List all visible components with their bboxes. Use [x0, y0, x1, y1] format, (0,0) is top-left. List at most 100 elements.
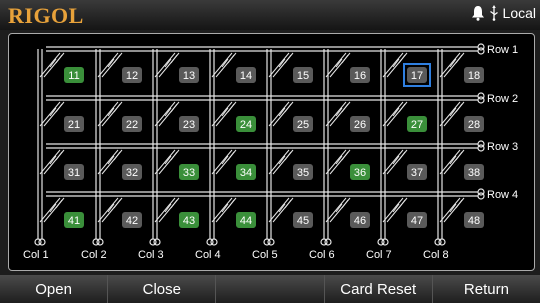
- crosspoint-label: 16: [354, 70, 366, 82]
- crosspoint-wire: [97, 149, 119, 175]
- crosspoint-wire: [211, 52, 233, 78]
- crosspoint-wire: [211, 149, 233, 175]
- crosspoint-label: 31: [68, 167, 80, 179]
- rigol-logo: RIGOL: [8, 3, 84, 28]
- crosspoint-label: 33: [183, 167, 195, 179]
- crosspoint-wire: [325, 52, 347, 78]
- crosspoint-label: 38: [468, 167, 480, 179]
- crosspoint-label: 28: [468, 119, 480, 131]
- crosspoint-wire: [439, 149, 461, 175]
- crosspoint-label: 34: [240, 167, 252, 179]
- col-terminal: [438, 238, 446, 246]
- crosspoint-label: 14: [240, 70, 252, 82]
- crosspoint-wire: [211, 197, 233, 223]
- crosspoint-wire: [325, 149, 347, 175]
- crosspoint-wire: [97, 197, 119, 223]
- crosspoint-label: 36: [354, 167, 366, 179]
- col-terminal: [38, 238, 46, 246]
- crosspoint-label: 11: [68, 70, 79, 82]
- crosspoint-wire: [97, 52, 119, 78]
- row-label: Row 2: [487, 93, 518, 105]
- crosspoint-label: 24: [240, 119, 252, 131]
- crosspoint-wire: [382, 101, 404, 127]
- crosspoint-label: 13: [183, 70, 195, 82]
- crosspoint-label: 22: [126, 119, 138, 131]
- row-terminal: [477, 47, 485, 55]
- col-terminal: [324, 238, 332, 246]
- close-softkey[interactable]: Close: [108, 275, 217, 303]
- usb-icon: [489, 5, 498, 21]
- softkey-bar: Open Close Card Reset Return: [0, 275, 540, 303]
- col-label: Col 4: [195, 249, 221, 261]
- crosspoint-wire: [154, 101, 176, 127]
- open-softkey[interactable]: Open: [0, 275, 109, 303]
- crosspoint-label: 41: [68, 215, 80, 227]
- crosspoint-wire: [268, 197, 290, 223]
- crosspoint-label: 18: [468, 70, 480, 82]
- bell-icon: [471, 6, 484, 21]
- crosspoint-label: 44: [240, 215, 252, 227]
- col-terminal: [381, 238, 389, 246]
- crosspoint-wire: [325, 101, 347, 127]
- col-label: Col 1: [23, 249, 49, 261]
- row-label: Row 3: [487, 141, 518, 153]
- crosspoint-label: 26: [354, 119, 366, 131]
- crosspoint-label: 23: [183, 119, 195, 131]
- status-text: Local: [502, 5, 536, 21]
- col-terminal: [153, 238, 161, 246]
- crosspoint-wire: [97, 101, 119, 127]
- crosspoint-wire: [325, 197, 347, 223]
- card-reset-softkey[interactable]: Card Reset: [324, 275, 433, 303]
- crosspoint-wire: [439, 101, 461, 127]
- crosspoint-label: 32: [126, 167, 138, 179]
- crosspoint-label: 43: [183, 215, 195, 227]
- crosspoint-label: 17: [411, 70, 423, 82]
- row-terminal: [477, 192, 485, 200]
- blank-softkey[interactable]: [216, 275, 325, 303]
- col-label: Col 2: [81, 249, 107, 261]
- crosspoint-wire: [268, 101, 290, 127]
- crosspoint-wire: [39, 101, 61, 127]
- crosspoint-label: 27: [411, 119, 423, 131]
- row-label: Row 4: [487, 189, 518, 201]
- crosspoint-wire: [39, 52, 61, 78]
- return-softkey[interactable]: Return: [432, 275, 540, 303]
- crosspoint-wire: [439, 197, 461, 223]
- crosspoint-label: 46: [354, 215, 366, 227]
- row-terminal: [477, 144, 485, 152]
- row-terminal: [477, 96, 485, 104]
- crosspoint-wire: [39, 149, 61, 175]
- crosspoint-label: 37: [411, 167, 423, 179]
- crosspoint-wire: [39, 197, 61, 223]
- crosspoint-label: 15: [297, 70, 309, 82]
- crosspoint-label: 42: [126, 215, 138, 227]
- crosspoint-wire: [382, 149, 404, 175]
- switch-matrix: Row 1 Row 2 Row 3 Row 4 Col 1 Col 2 Col 3 Col 4…: [23, 43, 518, 261]
- crosspoint-wire: [268, 149, 290, 175]
- col-terminal: [210, 238, 218, 246]
- col-label: Col 7: [366, 249, 392, 261]
- crosspoint-label: 47: [411, 215, 423, 227]
- crosspoint-wire: [382, 52, 404, 78]
- crosspoint-label: 35: [297, 167, 309, 179]
- col-label: Col 3: [138, 249, 164, 261]
- crosspoint-label: 21: [68, 119, 80, 131]
- title-bar: RIGOL Local: [0, 0, 540, 30]
- row-label: Row 1: [487, 44, 518, 56]
- crosspoint-label: 12: [126, 70, 138, 82]
- crosspoint-wire: [382, 197, 404, 223]
- crosspoint-label: 45: [297, 215, 309, 227]
- col-label: Col 5: [252, 249, 278, 261]
- crosspoint-wire: [154, 197, 176, 223]
- crosspoint-label: 48: [468, 215, 480, 227]
- crosspoint-wire: [154, 149, 176, 175]
- crosspoint-label: 25: [297, 119, 309, 131]
- col-label: Col 6: [309, 249, 335, 261]
- crosspoint-wire: [268, 52, 290, 78]
- switch-matrix-panel: Row 1 Row 2 Row 3 Row 4 Col 1 Col 2 Col 3 Col 4…: [8, 33, 535, 271]
- col-label: Col 8: [423, 249, 449, 261]
- crosspoint-wire: [154, 52, 176, 78]
- col-terminal: [96, 238, 104, 246]
- crosspoint-wire: [211, 101, 233, 127]
- crosspoint-wire: [439, 52, 461, 78]
